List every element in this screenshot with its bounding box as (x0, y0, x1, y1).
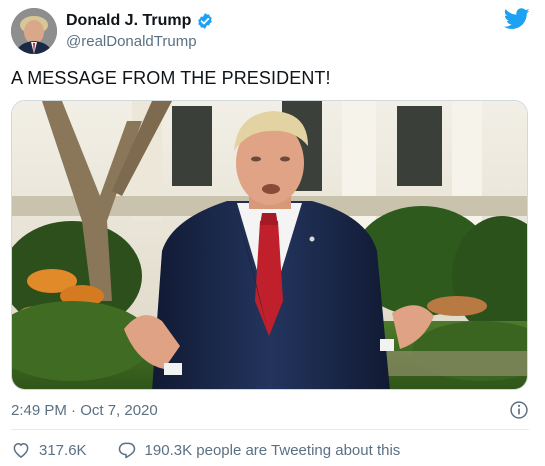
twitter-bird-icon[interactable] (504, 8, 530, 30)
avatar-image (11, 8, 57, 54)
like-count: 317.6K (39, 441, 87, 459)
engagement-bar: 317.6K 190.3K people are Tweeting about … (11, 440, 400, 460)
video-frame-image (12, 101, 527, 389)
tweeting-about-text: 190.3K people are Tweeting about this (144, 441, 401, 459)
author-handle[interactable]: @realDonaldTrump (66, 33, 197, 50)
info-icon[interactable] (509, 400, 529, 420)
display-name[interactable]: Donald J. Trump (66, 12, 191, 30)
tweeting-about-action[interactable]: 190.3K people are Tweeting about this (117, 440, 401, 460)
verified-badge-icon (198, 13, 213, 29)
like-action[interactable]: 317.6K (11, 440, 87, 460)
tweet-text: A MESSAGE FROM THE PRESIDENT! (11, 68, 331, 88)
video-thumbnail[interactable] (11, 100, 528, 390)
avatar[interactable] (11, 8, 57, 54)
author-name-row[interactable]: Donald J. Trump (66, 12, 214, 30)
tweet-timestamp[interactable]: 2:49 PM · Oct 7, 2020 (11, 402, 158, 419)
reply-bubble-icon[interactable] (117, 440, 137, 460)
tweet-card: Donald J. Trump @realDonaldTrump A MESSA… (0, 0, 545, 466)
divider (11, 429, 529, 430)
heart-icon[interactable] (11, 440, 31, 460)
